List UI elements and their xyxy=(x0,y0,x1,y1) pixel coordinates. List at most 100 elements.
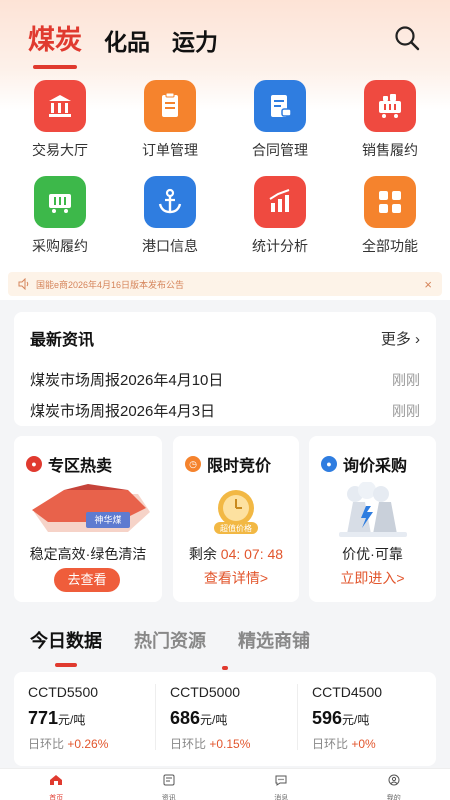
grid-label: 销售履约 xyxy=(362,142,418,158)
tab-featured-shops[interactable]: 精选商铺 xyxy=(238,627,310,653)
data-item[interactable]: CCTD5000 686元/吨 日环比 +0.15% xyxy=(156,684,296,760)
hot-sale-desc: 稳定高效·绿色清洁 xyxy=(29,546,147,562)
contract-icon xyxy=(254,80,306,132)
grid-item-port[interactable]: 港口信息 xyxy=(115,176,225,256)
hot-sale-title: 专区热卖 xyxy=(48,458,113,475)
data-item-ratio: +0% xyxy=(351,737,376,751)
grid-label: 交易大厅 xyxy=(32,142,88,158)
nav-messages[interactable]: 消息 xyxy=(225,769,338,800)
inquiry-purchase-card[interactable]: ● 询价采购 价优·可靠 立即进入> xyxy=(309,436,436,602)
clock-icon: ◷ xyxy=(185,456,201,472)
order-icon xyxy=(144,80,196,132)
grid-label: 订单管理 xyxy=(142,142,198,158)
news-item-title: 煤炭市场周报2026年4月10日 xyxy=(30,372,224,389)
grid-label: 合同管理 xyxy=(252,142,308,158)
auction-title: 限时竞价 xyxy=(207,458,272,475)
grid-label: 统计分析 xyxy=(252,238,308,254)
announcement-bar[interactable]: 国能e商2026年4月16日版本发布公告 × xyxy=(8,272,442,296)
message-icon xyxy=(275,775,287,786)
grid-label: 采购履约 xyxy=(32,238,88,254)
news-icon xyxy=(163,774,175,786)
power-plant-illustration xyxy=(339,482,407,537)
remaining-label: 剩余 xyxy=(188,546,217,562)
data-item-ratio: +0.26% xyxy=(67,737,109,751)
all-functions-icon xyxy=(364,176,416,228)
tab-today-data[interactable]: 今日数据 xyxy=(30,627,102,653)
value-price-badge: 超值价格 xyxy=(220,524,252,533)
remaining-time: 剩余 04: 07: 48 xyxy=(173,544,299,564)
limited-auction-card[interactable]: ◷ 限时竞价 超值价格 剩余 04: 07: 48 查看详情> xyxy=(173,436,299,602)
grid-item-order[interactable]: 订单管理 xyxy=(115,80,225,160)
close-icon[interactable]: × xyxy=(424,277,432,292)
coal-badge: 神华煤 xyxy=(94,515,122,525)
today-data-card: CCTD5500 771元/吨 日环比 +0.26% CCTD5000 686元… xyxy=(14,666,438,766)
data-item-unit: 元/吨 xyxy=(342,713,370,727)
view-button[interactable]: 去查看 xyxy=(54,568,120,592)
tab-chemicals[interactable]: 化品 xyxy=(104,23,150,57)
nav-label: 资讯 xyxy=(161,795,176,800)
data-item-unit: 元/吨 xyxy=(200,713,228,727)
data-item-ratio: +0.15% xyxy=(209,737,251,751)
grid-label: 港口信息 xyxy=(142,238,198,254)
announcement-text: 国能e商2026年4月16日版本发布公告 xyxy=(36,279,185,290)
data-tabs: 今日数据 热门资源 精选商铺 xyxy=(30,627,342,653)
data-item-value: 686 xyxy=(170,708,201,728)
data-item-value: 596 xyxy=(312,708,343,728)
data-item-ratio-label: 日环比 xyxy=(170,737,207,751)
bottom-nav: 首页 资讯 消息 我的 xyxy=(0,768,450,800)
grid-item-statistics[interactable]: 统计分析 xyxy=(225,176,335,256)
nav-label: 消息 xyxy=(274,795,289,800)
news-item[interactable]: 煤炭市场周报2026年4月10日 刚刚 xyxy=(30,364,420,395)
search-icon[interactable] xyxy=(394,25,420,51)
countdown: 04: 07: 48 xyxy=(220,546,284,562)
hot-sale-card[interactable]: ● 专区热卖 神华煤 稳定高效·绿色清洁 去查看 xyxy=(14,436,162,602)
enter-now-link[interactable]: 立即进入> xyxy=(309,568,436,588)
news-title: 最新资讯 xyxy=(30,332,95,349)
nav-home[interactable]: 首页 xyxy=(0,769,113,800)
grid-item-sales[interactable]: 销售履约 xyxy=(335,80,445,160)
latest-news-card: 最新资讯 更多 › 煤炭市场周报2026年4月10日 刚刚 煤炭市场周报2026… xyxy=(14,312,436,426)
data-item-ratio-label: 日环比 xyxy=(28,737,65,751)
speaker-icon xyxy=(18,278,29,290)
drop-icon: ● xyxy=(321,456,337,472)
tab-hot-resources[interactable]: 热门资源 xyxy=(134,627,206,653)
exchange-hall-icon xyxy=(34,80,86,132)
grid-item-exchange-hall[interactable]: 交易大厅 xyxy=(5,80,115,160)
data-item-value: 771 xyxy=(28,708,59,728)
data-item[interactable]: CCTD4500 596元/吨 日环比 +0% xyxy=(298,684,438,760)
home-icon xyxy=(50,775,63,785)
chevron-right-icon: › xyxy=(415,330,420,348)
grid-item-purchase[interactable]: 采购履约 xyxy=(5,176,115,256)
news-item-title: 煤炭市场周报2026年4月3日 xyxy=(30,403,216,420)
ship-illustration xyxy=(32,484,150,532)
profile-icon xyxy=(388,774,400,786)
nav-profile[interactable]: 我的 xyxy=(338,769,450,800)
nav-label: 首页 xyxy=(49,795,64,800)
data-item-ratio-label: 日环比 xyxy=(312,737,349,751)
nav-label: 我的 xyxy=(386,795,401,800)
chart-icon xyxy=(254,176,306,228)
news-more-label: 更多 xyxy=(380,330,411,348)
inquiry-desc: 价优·可靠 xyxy=(342,546,403,562)
data-item-name: CCTD4500 xyxy=(312,684,383,700)
tab-transport[interactable]: 运力 xyxy=(172,23,218,57)
fire-icon: ● xyxy=(26,456,42,472)
grid-label: 全部功能 xyxy=(362,238,418,254)
news-item[interactable]: 煤炭市场周报2026年4月3日 刚刚 xyxy=(30,395,420,426)
sales-cart-icon xyxy=(364,80,416,132)
data-item-unit: 元/吨 xyxy=(58,713,86,727)
purchase-cart-icon xyxy=(34,176,86,228)
category-tabs: 煤炭 化品 运力 xyxy=(28,18,240,57)
data-item-name: CCTD5000 xyxy=(170,684,241,700)
grid-item-contract[interactable]: 合同管理 xyxy=(225,80,335,160)
news-more-link[interactable]: 更多 › xyxy=(381,328,420,349)
data-item[interactable]: CCTD5500 771元/吨 日环比 +0.26% xyxy=(14,684,154,760)
view-details-link[interactable]: 查看详情> xyxy=(173,568,299,588)
data-item-name: CCTD5500 xyxy=(28,684,99,700)
grid-item-all-functions[interactable]: 全部功能 xyxy=(335,176,445,256)
tab-coal[interactable]: 煤炭 xyxy=(28,18,82,57)
nav-news[interactable]: 资讯 xyxy=(113,769,226,800)
anchor-icon xyxy=(144,176,196,228)
news-item-time: 刚刚 xyxy=(392,371,420,388)
page-indicator xyxy=(222,666,228,670)
